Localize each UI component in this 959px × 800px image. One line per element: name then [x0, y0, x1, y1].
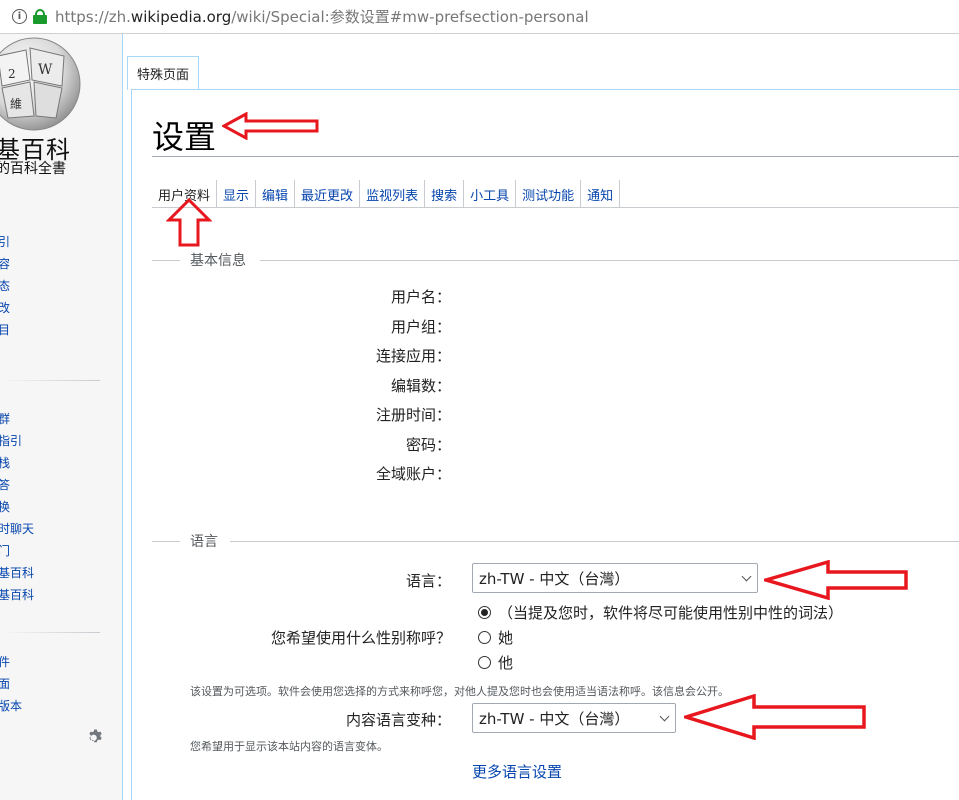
logo-tagline: 的百科全書	[0, 161, 66, 177]
sidebar-link[interactable]: 引	[0, 234, 10, 250]
gender-option-label: 她	[498, 629, 514, 647]
annotation-arrow-title	[222, 112, 319, 140]
sidebar-link[interactable]: 栈	[0, 455, 10, 471]
tab-gadgets[interactable]: 小工具	[464, 180, 517, 208]
preferences-tab-bar: 用户资料 显示 编辑 最近更改 监视列表 搜索 小工具 测试功能 通知	[152, 180, 621, 208]
title-divider	[152, 156, 959, 157]
tab-appearance[interactable]: 显示	[217, 180, 257, 208]
annotation-arrow-variant	[684, 694, 866, 740]
sidebar-link[interactable]: 群	[0, 411, 10, 427]
connected-apps-label: 连接应用：	[375, 347, 451, 365]
tab-notifications[interactable]: 通知	[581, 180, 621, 208]
variant-select[interactable]: zh-TW - 中文（台灣）	[472, 703, 676, 733]
sidebar-link[interactable]: 改	[0, 300, 10, 316]
password-label: 密码：	[405, 436, 451, 454]
secure-lock-icon[interactable]	[33, 9, 47, 24]
sidebar-link[interactable]: 版本	[0, 698, 22, 714]
annotation-arrow-language	[764, 560, 908, 600]
sidebar-link[interactable]: 件	[0, 654, 10, 670]
tab-beta-features[interactable]: 测试功能	[516, 180, 582, 208]
tab-search[interactable]: 搜索	[425, 180, 465, 208]
chevron-down-icon	[659, 711, 670, 722]
fieldset-border	[260, 260, 959, 261]
sidebar-divider	[0, 632, 100, 633]
section-legend-language: 语言	[190, 534, 218, 550]
more-language-settings-link[interactable]: 更多语言设置	[472, 761, 562, 782]
fieldset-border	[152, 260, 180, 261]
user-groups-label: 用户组：	[390, 318, 451, 336]
gender-option-neutral[interactable]: （当提及您时，软件将尽可能使用性别中性的词法）	[478, 602, 843, 623]
sidebar-link[interactable]: 基百科	[0, 565, 34, 581]
page-title: 设置	[152, 118, 217, 156]
sidebar-link[interactable]: 时聊天	[0, 521, 34, 537]
namespace-tab-row: 特殊页面	[123, 34, 959, 90]
tab-bar-divider	[152, 207, 959, 208]
chevron-down-icon	[741, 571, 752, 582]
gender-option-label: 他	[498, 654, 514, 672]
gender-option-label: （当提及您时，软件将尽可能使用性别中性的词法）	[498, 604, 844, 622]
site-info-icon[interactable]: i	[12, 9, 27, 24]
language-select-value: zh-TW - 中文（台灣）	[479, 570, 630, 588]
gender-label: 您希望使用什么性别称呼？	[270, 629, 451, 647]
url-text[interactable]: https://zh.wikipedia.org/wiki/Special:参数…	[55, 6, 589, 27]
language-label: 语言：	[405, 572, 451, 590]
radio-button[interactable]	[478, 631, 491, 644]
variant-help-text: 您希望用于显示该本站内容的语言变体。	[190, 740, 388, 753]
language-select[interactable]: zh-TW - 中文（台灣）	[472, 563, 758, 593]
gear-icon[interactable]	[86, 727, 104, 745]
gender-option-male[interactable]: 他	[478, 652, 513, 673]
sidebar-link[interactable]: 基百科	[0, 587, 34, 603]
fieldset-border	[152, 541, 180, 542]
variant-label: 内容语言变种：	[345, 711, 451, 729]
variant-select-value: zh-TW - 中文（台灣）	[479, 710, 630, 728]
sidebar-link[interactable]: 目	[0, 322, 10, 338]
sidebar-link[interactable]: 态	[0, 278, 10, 294]
left-sidebar: W 維 2 基百科 的百科全書 引 容 态 改 目 群 指引 栈 答 换 时聊天…	[0, 34, 123, 800]
gender-option-female[interactable]: 她	[478, 627, 513, 648]
tab-editing[interactable]: 编辑	[256, 180, 296, 208]
annotation-arrow-tab	[166, 198, 212, 247]
sidebar-divider	[0, 380, 100, 381]
tab-recent-changes[interactable]: 最近更改	[295, 180, 361, 208]
sidebar-link[interactable]: 答	[0, 477, 10, 493]
edit-count-label: 编辑数：	[390, 377, 451, 395]
radio-button[interactable]	[478, 606, 491, 619]
sidebar-link[interactable]: 容	[0, 256, 10, 272]
global-account-label: 全域账户：	[375, 465, 451, 483]
username-label: 用户名：	[390, 288, 451, 306]
svg-text:2: 2	[8, 67, 16, 81]
tab-watchlist[interactable]: 监视列表	[360, 180, 426, 208]
registration-time-label: 注册时间：	[375, 406, 451, 424]
sidebar-link[interactable]: 面	[0, 676, 10, 692]
gender-help-text: 该设置为可选项。软件会使用您选择的方式来称呼您，对他人提及您时也会使用适当语法称…	[190, 685, 729, 698]
redacted-user-info	[456, 270, 682, 502]
section-legend-basic-info: 基本信息	[190, 253, 246, 269]
sidebar-link[interactable]: 换	[0, 499, 10, 515]
sidebar-link[interactable]: 指引	[0, 433, 22, 449]
svg-text:維: 維	[10, 97, 22, 111]
radio-button[interactable]	[478, 656, 491, 669]
tab-special-page[interactable]: 特殊页面	[127, 56, 199, 90]
browser-address-bar[interactable]: i https://zh.wikipedia.org/wiki/Special:…	[0, 0, 959, 34]
sidebar-link[interactable]: 门	[0, 543, 10, 559]
svg-text:W: W	[38, 62, 53, 78]
fieldset-border	[230, 541, 959, 542]
